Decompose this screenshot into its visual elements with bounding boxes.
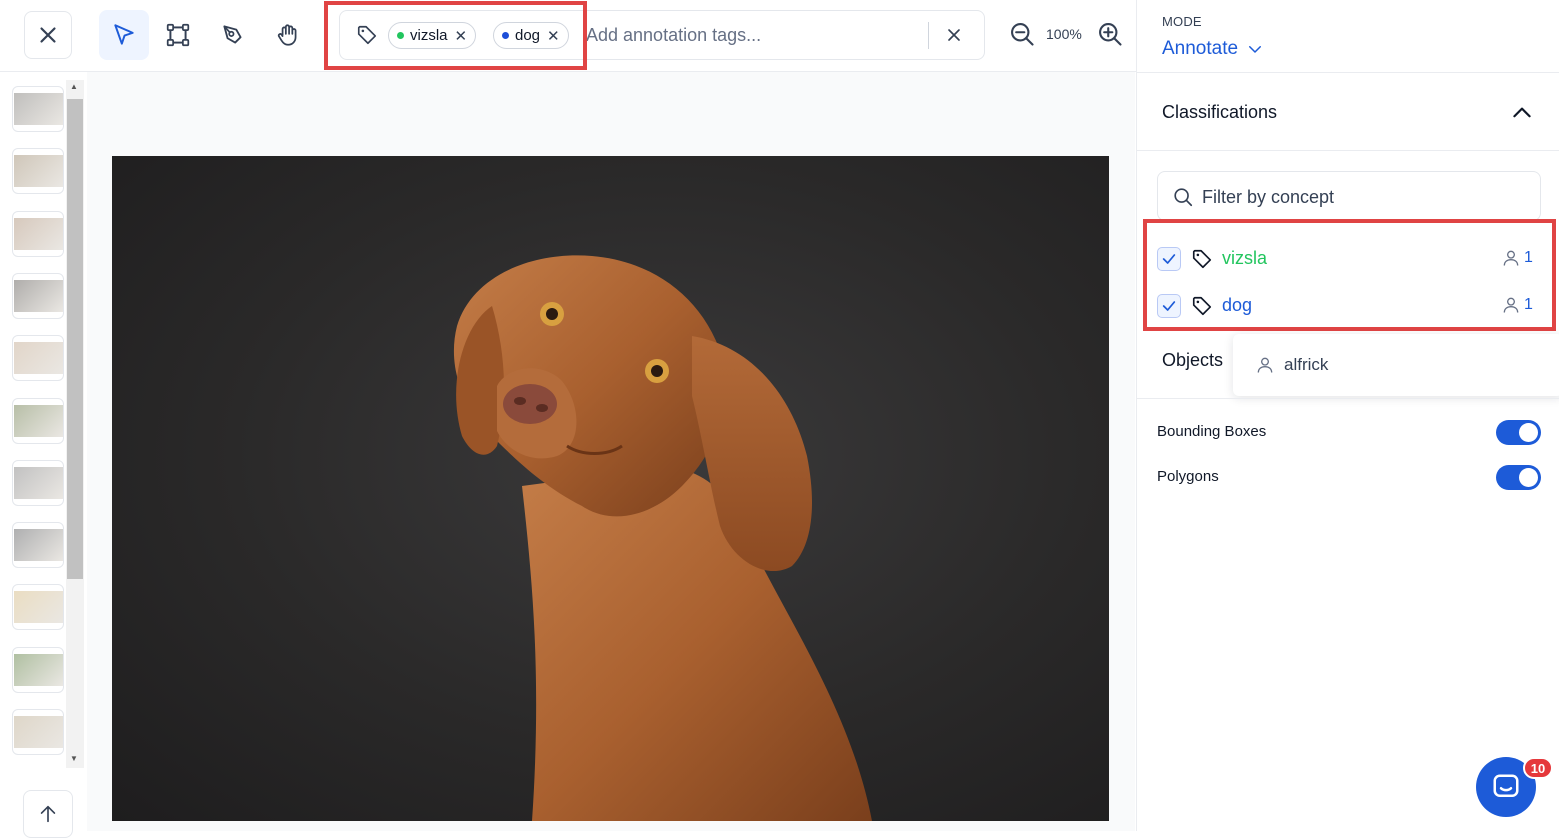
thumbnail-image	[14, 716, 63, 748]
thumbnail-image	[14, 279, 63, 312]
dog-photo-illustration	[453, 255, 872, 821]
mode-value: Annotate	[1162, 38, 1239, 59]
image-thumbnail[interactable]	[12, 397, 64, 444]
remove-tag-icon[interactable]: ✕	[547, 27, 560, 45]
concept-count: 1	[1524, 249, 1533, 266]
user-icon	[1257, 357, 1273, 373]
check-icon	[1162, 301, 1176, 311]
filter-concept-input[interactable]	[1202, 184, 1522, 210]
zoom-level: 100%	[1046, 26, 1082, 42]
zoom-in-icon[interactable]	[1096, 20, 1124, 48]
close-icon	[40, 27, 56, 43]
thumbnail-image	[14, 155, 63, 188]
toggle-knob	[1519, 423, 1538, 442]
close-button[interactable]	[24, 11, 72, 59]
divider	[1137, 398, 1559, 399]
arrow-up-icon	[40, 805, 56, 823]
select-pointer-icon	[114, 24, 134, 45]
scrollbar-thumb[interactable]	[67, 99, 83, 579]
image-thumbnail[interactable]	[12, 459, 64, 506]
concept-checkbox[interactable]	[1157, 247, 1181, 271]
tag-chip-label: dog	[515, 27, 541, 44]
tag-color-dot	[397, 32, 404, 39]
image-thumbnail[interactable]	[12, 335, 64, 382]
pan-tool-button[interactable]	[263, 10, 313, 60]
close-icon	[948, 29, 960, 41]
filter-concept-field	[1157, 171, 1541, 221]
annotation-tags-bar: vizsla ✕ dog ✕	[339, 10, 985, 60]
polygon-tool-button[interactable]	[208, 10, 258, 60]
polygon-pen-icon	[223, 25, 242, 44]
divider	[1137, 72, 1559, 73]
tag-icon	[1192, 296, 1212, 316]
right-panel: MODE Annotate Classifications vizsla 1 d…	[1136, 0, 1559, 831]
scroll-up-arrow-icon[interactable]: ▲	[70, 82, 78, 91]
concept-count: 1	[1524, 296, 1533, 313]
annotation-tags-input[interactable]	[586, 21, 916, 49]
chevron-down-icon	[1249, 46, 1262, 53]
objects-title: Objects	[1162, 350, 1224, 370]
concept-name: dog	[1222, 295, 1253, 315]
polygons-toggle-row: Polygons	[1157, 463, 1543, 493]
tag-icon	[1192, 249, 1212, 269]
tag-chip-vizsla: vizsla ✕	[388, 22, 477, 49]
image-thumbnail[interactable]	[12, 86, 64, 132]
image-thumbnail[interactable]	[12, 646, 64, 693]
search-icon	[1174, 188, 1193, 207]
remove-tag-icon[interactable]: ✕	[455, 27, 468, 45]
annotator-tooltip: alfrick	[1233, 334, 1559, 396]
thumbnail-image	[14, 342, 63, 375]
zoom-out-icon[interactable]	[1008, 20, 1036, 48]
thumbnail-image	[14, 591, 63, 624]
mode-label: MODE	[1162, 14, 1202, 29]
bounding-boxes-toggle-row: Bounding Boxes	[1157, 418, 1543, 448]
polygons-toggle[interactable]	[1496, 465, 1541, 490]
image-thumbnail[interactable]	[12, 272, 64, 319]
chevron-up-icon[interactable]	[1509, 100, 1535, 126]
tag-chip-label: vizsla	[410, 27, 448, 44]
select-tool-button[interactable]	[99, 10, 149, 60]
bounding-box-tool-button[interactable]	[153, 10, 203, 60]
thumbnail-image	[14, 529, 63, 562]
thumbnail-image	[14, 93, 63, 125]
thumbnail-image	[14, 653, 63, 686]
chat-icon	[1493, 774, 1519, 797]
thumbnail-image	[14, 466, 63, 499]
annotator-name: alfrick	[1284, 355, 1329, 374]
concept-name: vizsla	[1222, 248, 1268, 268]
divider	[1137, 150, 1559, 151]
check-icon	[1162, 254, 1176, 264]
concept-row-vizsla[interactable]: vizsla 1	[1157, 239, 1541, 279]
thumbnail-strip: ▲ ▼	[0, 72, 87, 838]
image-thumbnail[interactable]	[12, 584, 64, 631]
tag-chip-dog: dog ✕	[493, 22, 569, 49]
tag-icon	[357, 25, 377, 45]
image-thumbnail[interactable]	[12, 522, 64, 569]
bounding-boxes-toggle[interactable]	[1496, 420, 1541, 445]
toggle-label: Bounding Boxes	[1157, 423, 1267, 440]
scroll-down-arrow-icon[interactable]: ▼	[70, 754, 78, 763]
toggle-knob	[1519, 468, 1538, 487]
image-thumbnail[interactable]	[12, 709, 64, 755]
annotation-canvas[interactable]	[87, 72, 1135, 831]
input-image[interactable]	[112, 156, 1109, 821]
tag-color-dot	[502, 32, 509, 39]
concept-checkbox[interactable]	[1157, 294, 1181, 318]
thumbnail-image	[14, 404, 63, 437]
divider	[928, 22, 929, 49]
bounding-box-icon	[166, 23, 190, 47]
top-toolbar: vizsla ✕ dog ✕ 100%	[0, 0, 1136, 72]
user-icon	[1503, 297, 1519, 313]
concept-row-dog[interactable]: dog 1	[1157, 286, 1541, 326]
user-icon	[1503, 250, 1519, 266]
thumbnail-image	[14, 217, 63, 250]
toggle-label: Polygons	[1157, 468, 1219, 485]
pan-hand-icon	[277, 24, 297, 46]
image-thumbnail[interactable]	[12, 210, 64, 257]
clear-tags-button[interactable]	[940, 21, 968, 49]
notification-badge: 10	[1523, 757, 1553, 779]
mode-dropdown[interactable]: Annotate	[1162, 38, 1264, 60]
classifications-title: Classifications	[1162, 102, 1278, 122]
image-thumbnail[interactable]	[12, 148, 64, 195]
